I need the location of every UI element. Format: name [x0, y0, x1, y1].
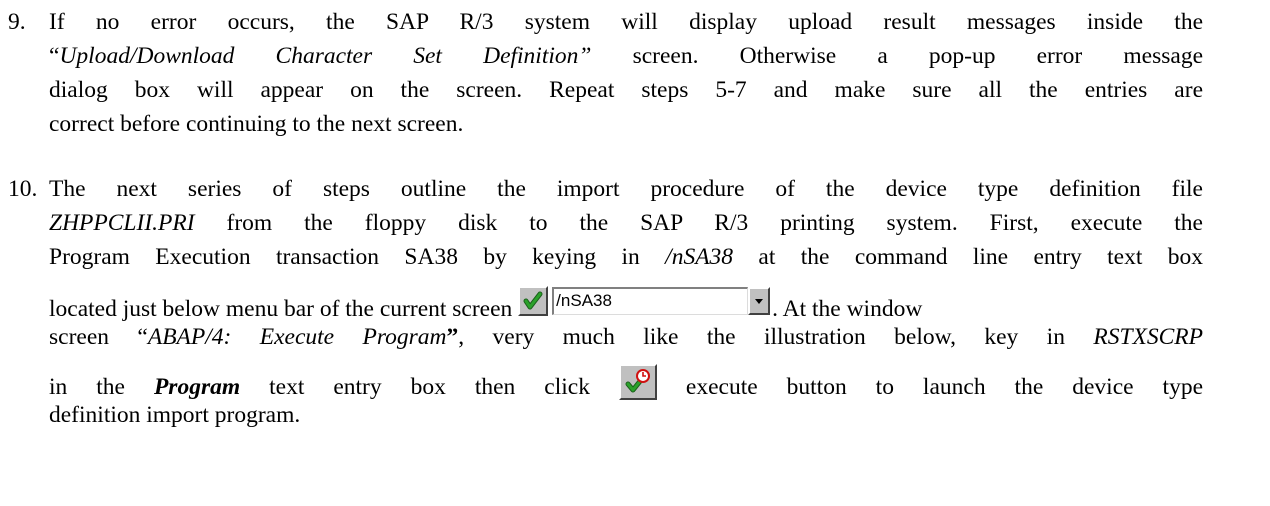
command-field-widget[interactable]: /nSA38 [518, 286, 772, 318]
item-10-text: The next series of steps outline the imp… [49, 172, 1204, 428]
execute-button[interactable] [618, 364, 657, 400]
screen-name-abap-execute: ABAP/4: Execute Program [147, 324, 447, 350]
item-9-line-1: If no error occurs, the SAP R/3 system w… [49, 9, 1203, 35]
screen-name-upload-download: Upload/Download Character Set Definition… [59, 43, 592, 69]
item-10-line-5: screen “ABAP/4: Execute Program”, very m… [49, 324, 1204, 350]
item-10-line-2: ZHPPCLII.PRI from the floppy disk to the… [49, 210, 1203, 236]
item-10-line-4: located just below menu bar of the curre… [49, 286, 1203, 322]
item-10-number: 10. [8, 176, 38, 202]
program-field-label: Program [153, 374, 241, 400]
transaction-command-text: /nSA38 [665, 244, 734, 270]
program-name-rstxscrp: RSTXSCRP [1093, 324, 1204, 350]
execute-clock-check-icon [624, 368, 652, 396]
item-10-line-6: in the Program text entry box then click… [49, 364, 1203, 400]
dropdown-arrow-icon[interactable] [748, 287, 771, 315]
item-10-line-1: The next series of steps outline the imp… [49, 176, 1203, 202]
item-10-line-3: Program Execution transaction SA38 by ke… [49, 244, 1203, 270]
item-10-line-7: definition import program. [49, 402, 301, 428]
green-checkmark-icon[interactable] [518, 286, 549, 316]
item-9-line-3: dialog box will appear on the screen. Re… [49, 77, 1203, 103]
document-page: 9. If no error occurs, the SAP R/3 syste… [0, 0, 1270, 506]
item-9-line-4: correct before continuing to the next sc… [49, 111, 464, 137]
item-9-number: 9. [8, 9, 26, 35]
item-9-line-2: “Upload/Download Character Set Definitio… [49, 43, 1203, 69]
command-input[interactable]: /nSA38 [552, 287, 749, 315]
item-9-text: If no error occurs, the SAP R/3 system w… [49, 5, 1203, 141]
device-file-name: ZHPPCLII.PRI [49, 210, 195, 236]
